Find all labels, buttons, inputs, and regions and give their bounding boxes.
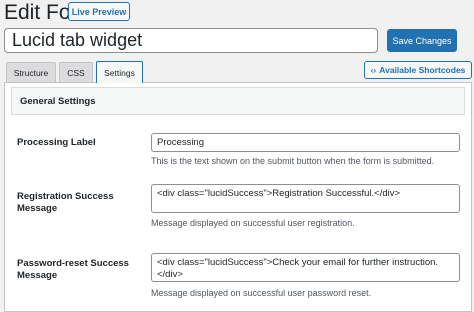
- processing-label-field[interactable]: Processing: [151, 133, 460, 152]
- password-reset-success-field[interactable]: <div class="lucidSuccess">Check your ema…: [151, 253, 460, 282]
- general-settings-header: General Settings: [11, 87, 465, 115]
- available-shortcodes-button[interactable]: ‹› Available Shortcodes: [364, 61, 472, 79]
- tab-settings[interactable]: Settings: [96, 61, 143, 83]
- password-reset-success-help: Message displayed on successful user pas…: [151, 288, 372, 298]
- live-preview-button[interactable]: Live Preview: [68, 2, 130, 21]
- registration-success-help: Message displayed on successful user reg…: [151, 218, 355, 228]
- processing-label-label: Processing Label: [17, 137, 96, 148]
- code-brackets-icon: ‹›: [370, 65, 377, 75]
- processing-label-help: This is the text shown on the submit but…: [151, 156, 435, 166]
- tab-structure[interactable]: Structure: [6, 62, 56, 82]
- tab-css[interactable]: CSS: [59, 62, 93, 82]
- registration-success-field[interactable]: <div class="lucidSuccess">Registration S…: [151, 184, 460, 213]
- form-name-input[interactable]: [4, 28, 378, 53]
- available-shortcodes-label: Available Shortcodes: [379, 65, 466, 75]
- registration-success-label: Registration Success Message: [17, 191, 114, 214]
- settings-panel: General Settings Processing Label Proces…: [4, 82, 472, 312]
- password-reset-success-label: Password-reset Success Message: [17, 258, 129, 281]
- save-changes-button[interactable]: Save Changes: [387, 29, 457, 52]
